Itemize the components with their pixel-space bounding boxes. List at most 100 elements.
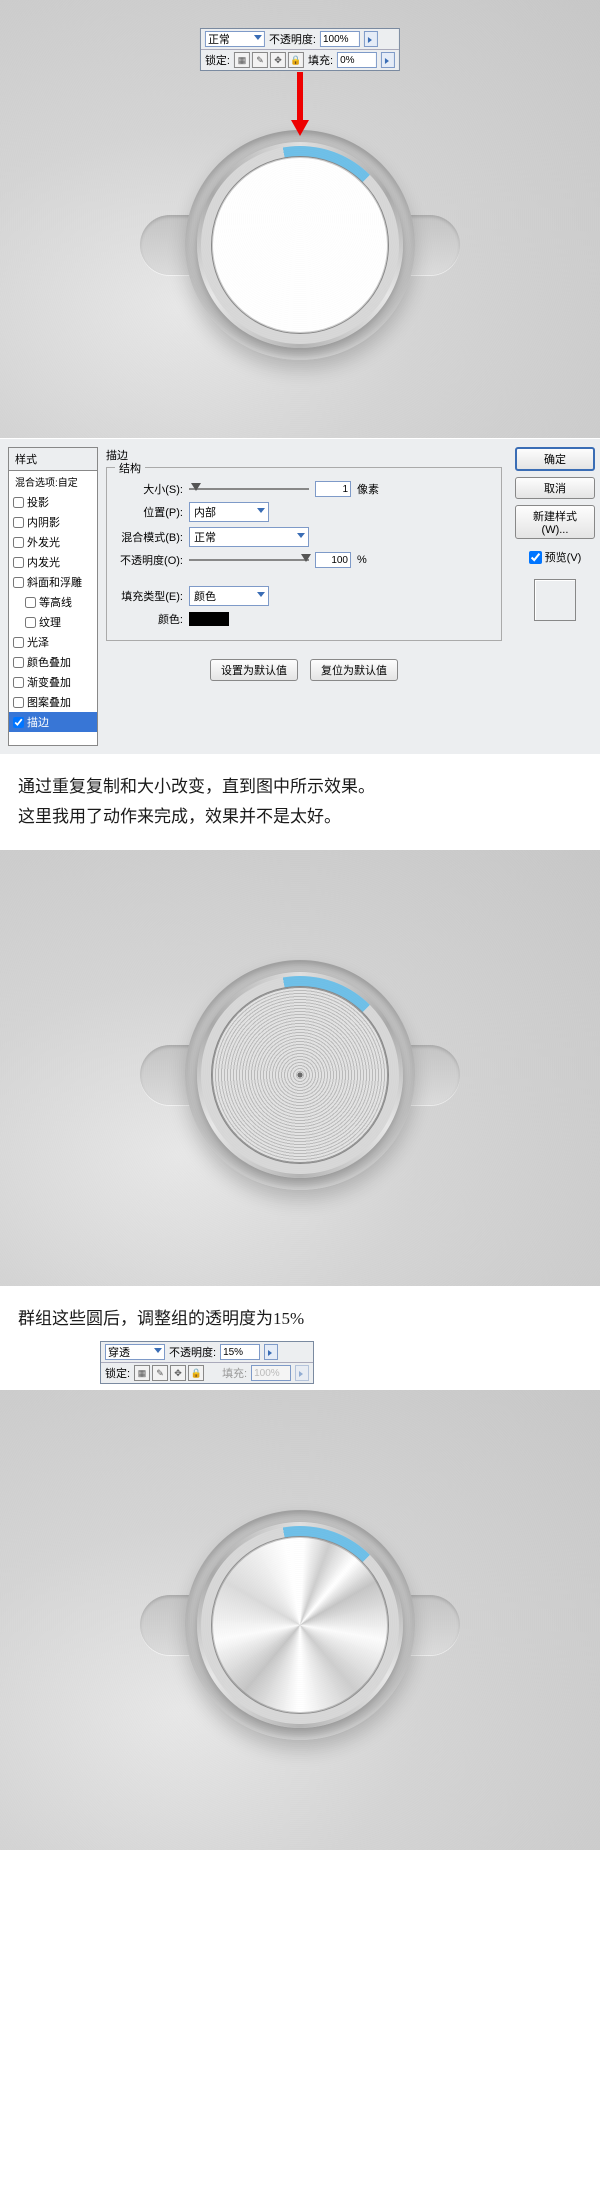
panel-2-wrap: 穿透 不透明度: 15% 锁定: ▦ ✎ ✥ 🔒 填充: 100% (0, 1341, 600, 1390)
fill-label: 填充: (222, 1365, 247, 1381)
lock-paint-icon[interactable]: ✎ (252, 52, 268, 68)
style-checkbox[interactable] (13, 657, 24, 668)
dialog-right: 确定 取消 新建样式(W)... 预览(V) (510, 439, 600, 754)
style-label: 内发光 (27, 554, 60, 570)
lock-transparency-icon[interactable]: ▦ (234, 52, 250, 68)
style-item-光泽[interactable]: 光泽 (9, 632, 97, 652)
arrow-indicator-icon (289, 72, 311, 138)
style-checkbox[interactable] (13, 557, 24, 568)
style-item-内发光[interactable]: 内发光 (9, 552, 97, 572)
knob-arc (201, 1526, 399, 1724)
fill-field: 100% (251, 1365, 291, 1381)
lock-icons: ▦ ✎ ✥ 🔒 (134, 1365, 204, 1381)
blend-options-item[interactable]: 混合选项:自定 (9, 471, 97, 492)
fill-flyout-icon (295, 1365, 309, 1381)
set-default-button[interactable]: 设置为默认值 (210, 659, 298, 681)
preview-checkbox-input[interactable] (529, 551, 542, 564)
opacity-flyout-icon[interactable] (264, 1344, 278, 1360)
style-label: 等高线 (39, 594, 72, 610)
lock-label: 锁定: (205, 52, 230, 68)
opacity-field[interactable] (315, 552, 351, 568)
knob-recess (185, 130, 415, 360)
opacity-field[interactable]: 100% (320, 31, 360, 47)
reset-default-button[interactable]: 复位为默认值 (310, 659, 398, 681)
opacity-label: 不透明度: (269, 31, 316, 47)
lock-transparency-icon[interactable]: ▦ (134, 1365, 150, 1381)
knob-face-white (211, 156, 389, 334)
style-checkbox[interactable] (13, 497, 24, 508)
lock-paint-icon[interactable]: ✎ (152, 1365, 168, 1381)
style-checkbox[interactable] (13, 517, 24, 528)
style-item-投影[interactable]: 投影 (9, 492, 97, 512)
blend-mode-select[interactable]: 穿透 (105, 1344, 165, 1360)
style-checkbox[interactable] (13, 537, 24, 548)
lock-all-icon[interactable]: 🔒 (188, 1365, 204, 1381)
filltype-select[interactable]: 颜色 (189, 586, 269, 606)
knob-arc (201, 146, 399, 344)
figure-1: 正常 不透明度: 100% 锁定: ▦ ✎ ✥ 🔒 填充: 0% (0, 0, 600, 438)
figure-2 (0, 850, 600, 1286)
lock-position-icon[interactable]: ✥ (170, 1365, 186, 1381)
blend-mode-select[interactable]: 正常 (189, 527, 309, 547)
style-item-图案叠加[interactable]: 图案叠加 (9, 692, 97, 712)
knob-face-brushed (211, 1536, 389, 1714)
style-item-颜色叠加[interactable]: 颜色叠加 (9, 652, 97, 672)
fill-flyout-icon[interactable] (381, 52, 395, 68)
style-checkbox[interactable] (25, 617, 36, 628)
style-label: 内阴影 (27, 514, 60, 530)
caption-2-text: 群组这些圆后，调整组的透明度为15% (18, 1309, 304, 1328)
knob-recess (185, 1510, 415, 1740)
knob-face-rings (211, 986, 389, 1164)
style-label: 纹理 (39, 614, 61, 630)
size-field[interactable] (315, 481, 351, 497)
blend-mode-select[interactable]: 正常 (205, 31, 265, 47)
opacity-label: 不透明度: (169, 1344, 216, 1360)
blend-mode-value: 正常 (208, 31, 230, 47)
lock-icons: ▦ ✎ ✥ 🔒 (234, 52, 304, 68)
style-label: 颜色叠加 (27, 654, 71, 670)
style-item-内阴影[interactable]: 内阴影 (9, 512, 97, 532)
dialog-main: 描边 结构 大小(S): 像素 位置(P): 内部 混合模式(B): 正常 不透… (98, 439, 510, 754)
style-checkbox[interactable] (13, 697, 24, 708)
style-item-斜面和浮雕[interactable]: 斜面和浮雕 (9, 572, 97, 592)
style-checkbox[interactable] (13, 677, 24, 688)
opacity-unit: % (357, 554, 367, 566)
fill-label: 填充: (308, 52, 333, 68)
opacity-slider[interactable] (189, 553, 309, 567)
size-label: 大小(S): (115, 481, 183, 497)
fill-field[interactable]: 0% (337, 52, 377, 68)
color-swatch[interactable] (189, 612, 229, 626)
style-checkbox[interactable] (13, 717, 24, 728)
cancel-button[interactable]: 取消 (515, 477, 595, 499)
caption-2: 群组这些圆后，调整组的透明度为15% (0, 1286, 600, 1342)
style-item-外发光[interactable]: 外发光 (9, 532, 97, 552)
position-select[interactable]: 内部 (189, 502, 269, 522)
knob-arc (201, 976, 399, 1174)
caption-1-line-2: 这里我用了动作来完成，效果并不是太好。 (18, 802, 582, 832)
style-item-等高线[interactable]: 等高线 (9, 592, 97, 612)
style-item-纹理[interactable]: 纹理 (9, 612, 97, 632)
style-checkbox[interactable] (13, 577, 24, 588)
section-title: 描边 (106, 447, 502, 463)
caption-1-line-1: 通过重复复制和大小改变，直到图中所示效果。 (18, 772, 582, 802)
style-item-描边[interactable]: 描边 (9, 712, 97, 732)
preview-checkbox[interactable]: 预览(V) (529, 549, 582, 565)
size-slider[interactable] (189, 482, 309, 496)
knob-tick (201, 976, 399, 1174)
style-item-渐变叠加[interactable]: 渐变叠加 (9, 672, 97, 692)
opacity-flyout-icon[interactable] (364, 31, 378, 47)
style-checkbox[interactable] (25, 597, 36, 608)
knob-tabs (140, 1045, 460, 1105)
style-label: 外发光 (27, 534, 60, 550)
lock-all-icon[interactable]: 🔒 (288, 52, 304, 68)
lock-position-icon[interactable]: ✥ (270, 52, 286, 68)
knob-tick (201, 1526, 399, 1724)
opacity-field[interactable]: 15% (220, 1344, 260, 1360)
new-style-button[interactable]: 新建样式(W)... (515, 505, 595, 539)
opacity-label: 不透明度(O): (115, 552, 183, 568)
style-checkbox[interactable] (13, 637, 24, 648)
styles-list: 样式 混合选项:自定 投影内阴影外发光内发光斜面和浮雕等高线纹理光泽颜色叠加渐变… (8, 447, 98, 746)
size-unit: 像素 (357, 481, 379, 497)
filltype-label: 填充类型(E): (115, 588, 183, 604)
ok-button[interactable]: 确定 (515, 447, 595, 471)
